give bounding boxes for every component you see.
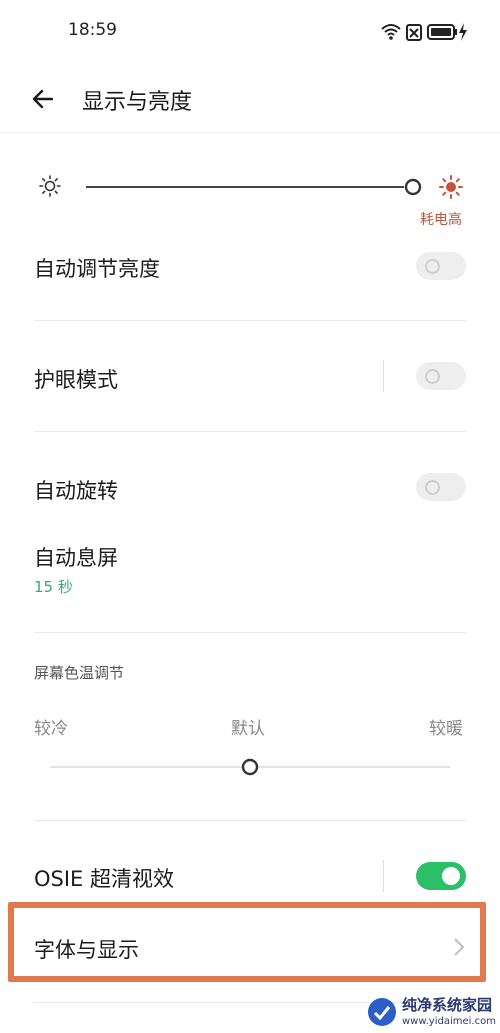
color-temp-slider[interactable]: [50, 757, 450, 777]
screen-timeout-label: 自动息屏: [34, 546, 118, 570]
arrow-left-icon: [32, 89, 54, 109]
sun-small-icon: [38, 174, 62, 198]
divider: [34, 820, 466, 821]
eye-care-toggle[interactable]: [416, 362, 466, 390]
color-temp-section-title: 屏幕色温调节: [34, 664, 125, 682]
warm-label: 较暖: [429, 719, 463, 739]
highlight-box: [8, 902, 486, 982]
sun-large-icon: [438, 174, 464, 200]
wifi-icon: [381, 24, 401, 40]
auto-brightness-label: 自动调节亮度: [34, 257, 160, 281]
vertical-separator: [383, 360, 384, 392]
watermark-logo-icon: [368, 998, 396, 1026]
color-temp-slider-knob: [241, 758, 259, 776]
watermark: 纯净系统家园 www.yidaimei.com: [366, 992, 496, 1032]
osie-toggle[interactable]: [416, 862, 466, 890]
brightness-slider-knob: [404, 178, 422, 196]
brightness-warning: 耗电高: [420, 212, 462, 228]
toggle-knob: [425, 369, 440, 384]
auto-rotate-toggle[interactable]: [416, 473, 466, 501]
divider: [34, 320, 466, 321]
cool-label: 较冷: [34, 719, 68, 739]
watermark-title: 纯净系统家园: [402, 996, 493, 1014]
sim-blocked-icon: [406, 24, 422, 41]
back-button[interactable]: [28, 84, 58, 114]
screen-timeout-value: 15 秒: [34, 578, 73, 596]
auto-rotate-label: 自动旋转: [34, 479, 118, 503]
auto-brightness-toggle[interactable]: [416, 252, 466, 280]
status-icons: [380, 20, 470, 44]
screen-timeout-row[interactable]: 自动息屏 15 秒: [0, 530, 500, 610]
vertical-separator: [383, 860, 384, 892]
status-time: 18:59: [68, 20, 117, 40]
eye-care-label: 护眼模式: [34, 368, 118, 392]
watermark-url: www.yidaimei.com: [402, 1016, 496, 1027]
header-divider: [0, 132, 500, 133]
osie-label: OSIE 超清视效: [34, 867, 174, 891]
battery-charging-icon: [427, 23, 467, 41]
divider: [34, 431, 466, 432]
default-label: 默认: [231, 719, 265, 739]
toggle-knob: [442, 867, 460, 885]
brightness-slider[interactable]: [84, 177, 428, 197]
divider: [34, 632, 466, 633]
page-title: 显示与亮度: [82, 90, 193, 115]
toggle-knob: [425, 259, 440, 274]
toggle-knob: [425, 480, 440, 495]
